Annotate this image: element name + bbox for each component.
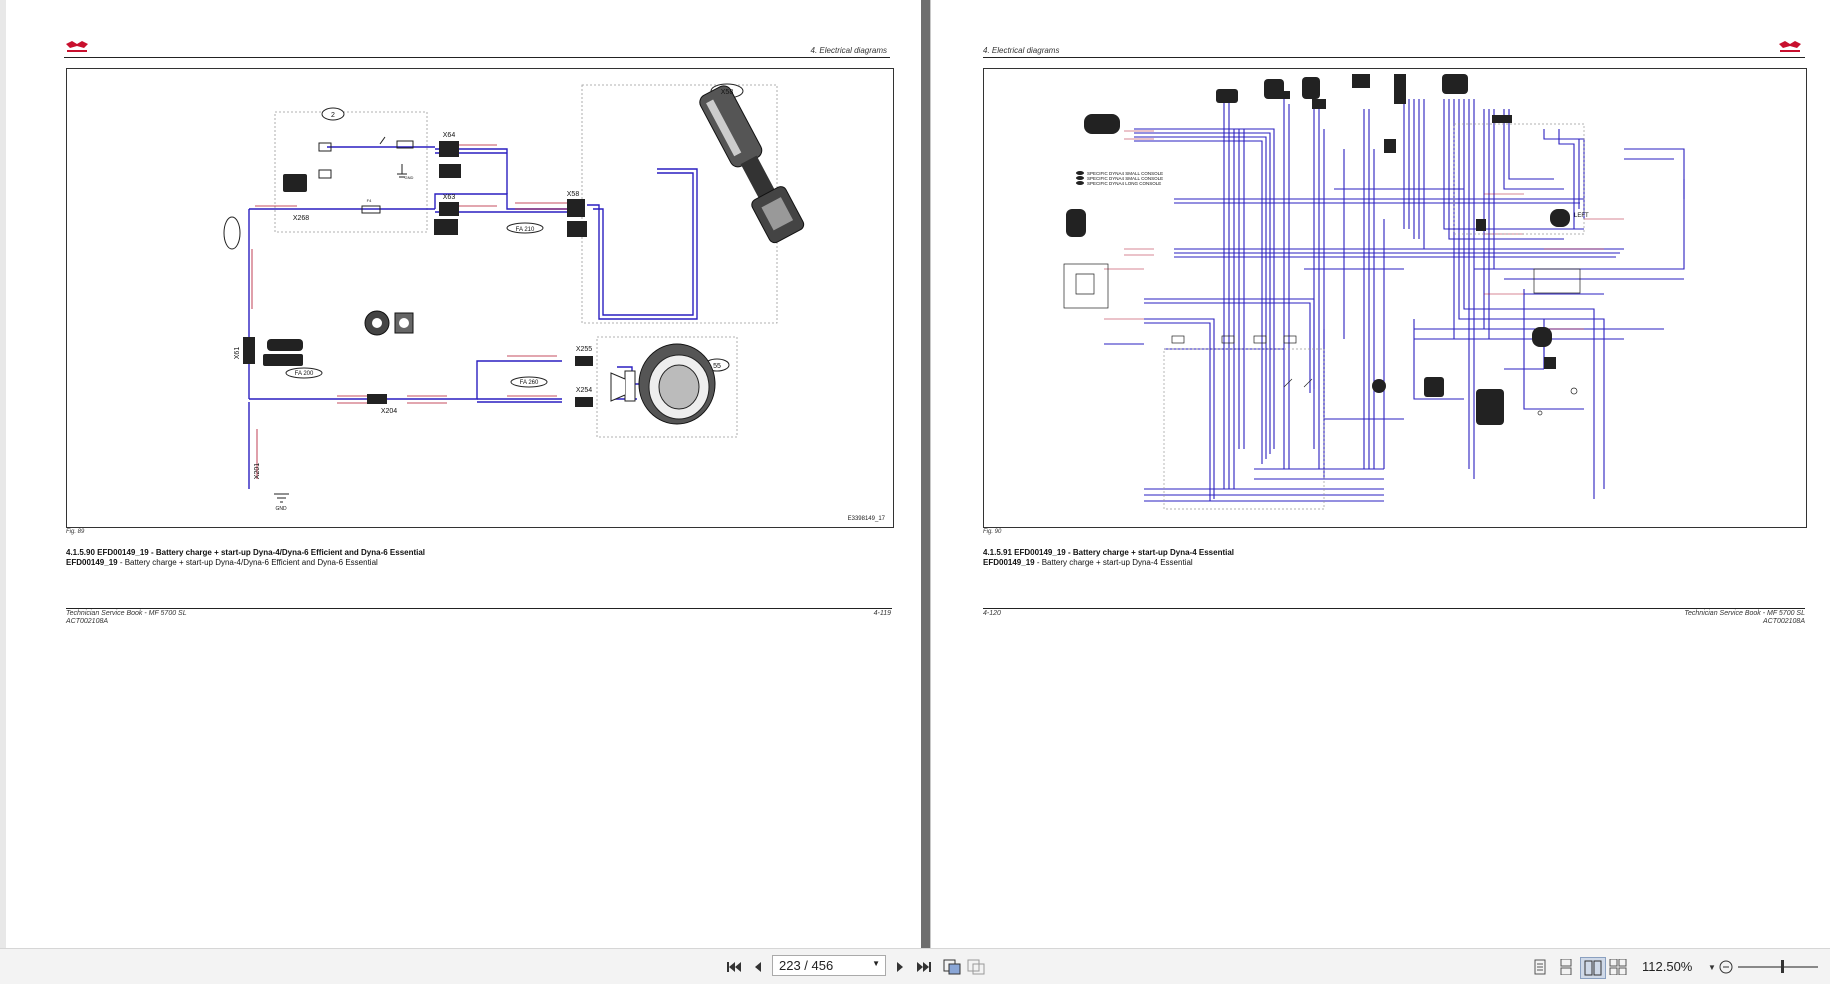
page-number-input[interactable]: 223 / 456 ▼ (772, 955, 886, 976)
header-rule (64, 57, 890, 58)
continuous-view-button[interactable] (1556, 957, 1576, 977)
wiring-diagram-frame: 2 X64 X63 X58 X58 X268 X61 X204 X255 X25… (66, 68, 894, 528)
brand-logo-icon (1779, 41, 1801, 52)
wiring-diagram-right: SPECIFIC DYNA4 SMALL CONSOLE SPECIFIC DY… (1063, 74, 1685, 510)
two-page-continuous-icon (1609, 959, 1627, 975)
x63-label: X63 (443, 194, 456, 201)
fit-width-icon (943, 959, 961, 975)
figure-label: Fig. 90 (983, 529, 1002, 535)
zoom-slider-handle[interactable] (1781, 960, 1784, 973)
next-page-button[interactable] (890, 957, 910, 977)
zoom-out-icon (1719, 960, 1733, 974)
figure-caption: EFD00149_19 - Battery charge + start-up … (983, 558, 1193, 567)
two-page-view-button[interactable] (1580, 957, 1606, 979)
x61-label: X61 (234, 347, 241, 360)
first-page-icon (727, 962, 741, 972)
x255-label: X255 (576, 346, 592, 353)
page-gutter (921, 0, 930, 948)
box-2-label: 2 (331, 112, 335, 119)
diagram-code: E3398149_17 (848, 516, 886, 522)
page-dropdown-icon[interactable]: ▼ (872, 959, 880, 968)
footer-rule (983, 608, 1805, 609)
caption-code: EFD00149_19 (983, 558, 1035, 567)
fa200-label: FA 200 (295, 371, 314, 377)
page-number: 4-119 (873, 610, 891, 617)
page-number: 4-120 (983, 610, 1001, 617)
continuous-icon (1560, 959, 1572, 975)
fa260-label: FA 260 (520, 380, 539, 386)
gnd-label-2: GND (405, 175, 414, 180)
document-viewer[interactable]: 4. Electrical diagrams 2 X64 X63 X58 X58… (0, 0, 1830, 948)
fit-page-button[interactable] (966, 957, 986, 977)
figure-caption-title: 4.1.5.91 EFD00149_19 - Battery charge + … (983, 548, 1235, 557)
caption-text: - Battery charge + start-up Dyna-4 Essen… (1034, 558, 1193, 567)
footer-book-title: Technician Service Book - MF 5700 SL (66, 610, 187, 617)
page-number-value: 223 / 456 (779, 958, 834, 973)
zoom-slider-track[interactable] (1738, 966, 1818, 968)
figure-caption-title: 4.1.5.90 EFD00149_19 - Battery charge + … (66, 548, 426, 557)
console-label-3: SPECIFIC DYNA4 LONG CONSOLE (1087, 181, 1161, 186)
brand-logo-icon (66, 41, 88, 52)
fuse-f4-label: F4 (367, 198, 372, 203)
figure-label: Fig. 89 (66, 529, 85, 535)
zoom-level[interactable]: 112.50% (1642, 959, 1692, 974)
next-page-icon (897, 962, 903, 972)
x204-label: X204 (381, 408, 397, 415)
wiring-diagram-left: 2 X64 X63 X58 X58 X268 X61 X204 X255 X25… (223, 83, 886, 522)
x64-label: X64 (443, 132, 456, 139)
right-page: 4. Electrical diagrams SPECIFIC DYNA4 SM… (930, 0, 1830, 948)
fit-page-icon (967, 959, 985, 975)
single-page-icon (1534, 959, 1546, 975)
page-header: 4. Electrical diagrams (810, 46, 887, 55)
x201-label: X201 (254, 463, 261, 479)
viewer-toolbar: 223 / 456 ▼ 112.50% ▼ (0, 948, 1830, 984)
footer-rule (66, 608, 892, 609)
first-page-button[interactable] (724, 957, 744, 977)
page-header: 4. Electrical diagrams (983, 46, 1060, 55)
x254-label: X254 (576, 387, 592, 394)
footer-reference: ACT002108A (66, 618, 109, 625)
fit-width-button[interactable] (942, 957, 962, 977)
wiring-diagram-frame: SPECIFIC DYNA4 SMALL CONSOLE SPECIFIC DY… (983, 68, 1807, 528)
figure-caption: EFD00149_19 - Battery charge + start-up … (66, 558, 378, 567)
fa210-label: FA 210 (516, 227, 535, 233)
left-page: 4. Electrical diagrams 2 X64 X63 X58 X58… (6, 0, 922, 948)
header-rule (983, 57, 1805, 58)
gnd-label: GND (275, 506, 287, 512)
last-page-icon (917, 962, 931, 972)
x58-label: X58 (721, 89, 734, 96)
last-page-button[interactable] (914, 957, 934, 977)
caption-text: - Battery charge + start-up Dyna-4/Dyna-… (117, 558, 378, 567)
x58-connector-label: X58 (567, 191, 580, 198)
single-page-view-button[interactable] (1530, 957, 1550, 977)
box-55-label: 55 (713, 363, 721, 370)
left-label: LEFT (1574, 213, 1589, 219)
footer-book-title: Technician Service Book - MF 5700 SL (1684, 610, 1805, 617)
prev-page-button[interactable] (748, 957, 768, 977)
two-page-continuous-view-button[interactable] (1608, 957, 1628, 977)
two-page-icon (1584, 960, 1602, 976)
x268-label: X268 (293, 215, 309, 222)
footer-reference: ACT002108A (1762, 618, 1805, 625)
caption-code: EFD00149_19 (66, 558, 118, 567)
zoom-out-button[interactable] (1716, 957, 1736, 977)
prev-page-icon (755, 962, 761, 972)
